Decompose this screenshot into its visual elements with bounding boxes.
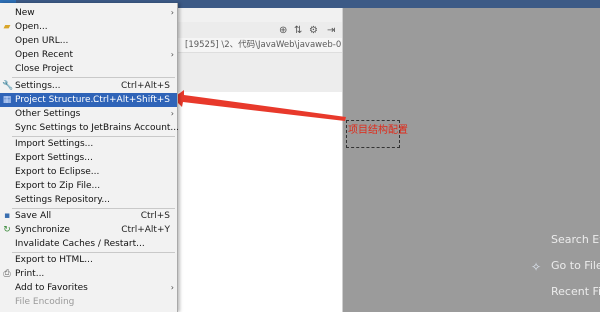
project-structure-icon: ▦ xyxy=(2,95,12,105)
menu-item-invalidate-caches[interactable]: Invalidate Caches / Restart... xyxy=(0,237,177,251)
folder-icon: ▰ xyxy=(3,22,11,32)
wrench-icon: 🔧 xyxy=(2,81,14,91)
menu-item-save-all[interactable]: ▪ Save All Ctrl+S xyxy=(0,209,177,223)
menu-item-settings-repository[interactable]: Settings Repository... xyxy=(0,193,177,207)
menu-item-sync-settings[interactable]: Sync Settings to JetBrains Account... xyxy=(0,121,179,135)
submenu-arrow-icon: › xyxy=(170,8,174,17)
menu-item-export-settings[interactable]: Export Settings... xyxy=(0,151,177,165)
menu-item-synchronize[interactable]: ↻ Synchronize Ctrl+Alt+Y xyxy=(0,223,177,237)
submenu-arrow-icon: › xyxy=(170,283,174,292)
menu-item-import-settings[interactable]: Import Settings... xyxy=(0,137,177,151)
submenu-arrow-icon: › xyxy=(170,50,174,59)
menu-item-print[interactable]: ⎙ Print... xyxy=(0,267,177,281)
menu-item-open-url[interactable]: Open URL... xyxy=(0,34,177,48)
menu-item-close-project[interactable]: Close Project xyxy=(0,62,177,76)
menu-separator xyxy=(12,77,175,78)
menu-item-new[interactable]: New › xyxy=(0,6,177,20)
menu-item-export-zip[interactable]: Export to Zip File... xyxy=(0,179,177,193)
menu-item-open[interactable]: ▰ Open... xyxy=(0,20,177,34)
save-icon: ▪ xyxy=(3,211,11,221)
menu-item-project-structure[interactable]: ▦ Project Structure... Ctrl+Alt+Shift+S xyxy=(0,93,177,107)
submenu-arrow-icon: › xyxy=(170,109,174,118)
file-menu: New › ▰ Open... Open URL... Open Recent › C… xyxy=(0,3,179,312)
print-icon: ⎙ xyxy=(3,269,11,279)
menu-item-export-eclipse[interactable]: Export to Eclipse... xyxy=(0,165,177,179)
menu-item-other-settings[interactable]: Other Settings › xyxy=(0,107,177,121)
menu-item-export-html[interactable]: Export to HTML... xyxy=(0,253,177,267)
menu-item-open-recent[interactable]: Open Recent › xyxy=(0,48,177,62)
menu-item-add-to-favorites[interactable]: Add to Favorites › xyxy=(0,281,177,295)
menu-item-settings[interactable]: 🔧 Settings... Ctrl+Alt+S xyxy=(0,79,177,93)
menu-item-file-encoding: File Encoding xyxy=(15,297,75,307)
sync-icon: ↻ xyxy=(3,225,11,235)
